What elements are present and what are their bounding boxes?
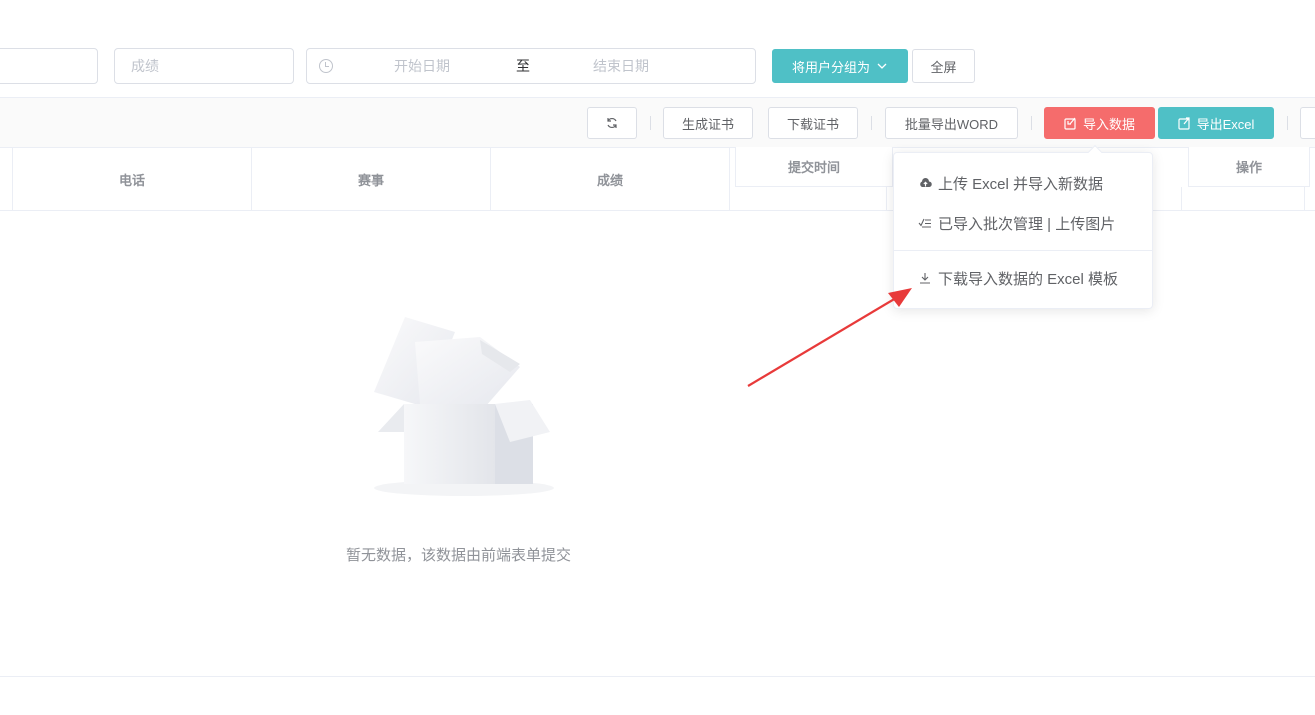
- generate-certificate-label: 生成证书: [681, 116, 734, 132]
- export-excel-label: 导出Excel: [1196, 116, 1255, 132]
- column-header-score[interactable]: 成绩: [491, 147, 730, 211]
- toolbar-divider: [1031, 116, 1032, 130]
- score-filter-placeholder: 成绩: [131, 58, 159, 74]
- date-start-input[interactable]: 开始日期: [394, 56, 450, 76]
- date-range-picker[interactable]: 开始日期 至 结束日期: [306, 48, 756, 84]
- export-icon: [1177, 116, 1190, 130]
- annotation-arrow-shaft: [747, 297, 897, 387]
- date-end-input[interactable]: 结束日期: [593, 56, 649, 76]
- toolbar-divider: [871, 116, 872, 130]
- column-header-event[interactable]: 赛事: [252, 147, 491, 211]
- menu-item-batch-management[interactable]: 已导入批次管理 | 上传图片: [894, 204, 1152, 242]
- menu-item-label: 上传 Excel 并导入新数据: [938, 175, 1104, 193]
- toolbar-divider: [1287, 116, 1288, 130]
- import-icon: [1064, 117, 1076, 130]
- import-data-button[interactable]: 导入数据: [1044, 107, 1155, 139]
- column-header-actions[interactable]: 操作: [1188, 147, 1310, 187]
- column-header-phone[interactable]: 电话: [13, 147, 252, 211]
- chevron-down-icon: [877, 63, 887, 69]
- column-header-label: 成绩: [596, 172, 623, 188]
- download-certificate-button[interactable]: 下载证书: [768, 107, 858, 139]
- download-icon: [918, 272, 932, 284]
- column-header-label: 提交时间: [787, 160, 840, 175]
- batch-export-word-label: 批量导出WORD: [904, 116, 999, 132]
- toolbar-divider: [650, 116, 651, 130]
- import-data-label: 导入数据: [1082, 116, 1135, 132]
- menu-item-label: 已导入批次管理 | 上传图片: [938, 215, 1116, 233]
- empty-box-illustration: [374, 317, 554, 496]
- refresh-button[interactable]: [587, 107, 637, 139]
- column-header-label: 操作: [1235, 160, 1262, 175]
- menu-divider: [894, 250, 1152, 251]
- cloud-upload-icon: [918, 177, 932, 189]
- fullscreen-label: 全屏: [930, 59, 957, 75]
- group-users-dropdown-button[interactable]: 将用户分组为: [772, 49, 908, 83]
- column-header-label: 赛事: [357, 172, 384, 188]
- export-excel-button[interactable]: 导出Excel: [1158, 107, 1274, 139]
- batch-export-word-button[interactable]: 批量导出WORD: [885, 107, 1018, 139]
- table-bottom-border: [0, 676, 1315, 677]
- import-data-dropdown-menu: 上传 Excel 并导入新数据 已导入批次管理 | 上传图片 下载导入数据的 E…: [893, 144, 1153, 309]
- date-range-separator: 至: [516, 58, 530, 74]
- table-header-cell: [1182, 187, 1305, 211]
- column-header-submit-time[interactable]: 提交时间: [735, 147, 893, 187]
- fullscreen-button[interactable]: 全屏: [912, 49, 975, 83]
- generate-certificate-button[interactable]: 生成证书: [663, 107, 753, 139]
- download-certificate-label: 下载证书: [786, 116, 839, 132]
- score-filter-input[interactable]: 成绩: [114, 48, 294, 84]
- table-header-cell: [730, 187, 887, 211]
- name-filter-input[interactable]: [0, 48, 98, 84]
- column-header-label: 电话: [118, 172, 145, 188]
- group-users-label: 将用户分组为: [791, 59, 870, 75]
- clock-icon: [319, 59, 333, 73]
- table-header-cell: [0, 147, 13, 211]
- menu-item-label: 下载导入数据的 Excel 模板: [938, 270, 1119, 288]
- refresh-icon: [607, 117, 617, 129]
- menu-item-upload-excel[interactable]: 上传 Excel 并导入新数据: [894, 164, 1152, 202]
- more-toolbar-button[interactable]: [1300, 107, 1315, 139]
- empty-state-text: 暂无数据，该数据由前端表单提交: [346, 547, 572, 564]
- menu-item-download-template[interactable]: 下载导入数据的 Excel 模板: [894, 259, 1152, 297]
- list-check-icon: [918, 217, 932, 229]
